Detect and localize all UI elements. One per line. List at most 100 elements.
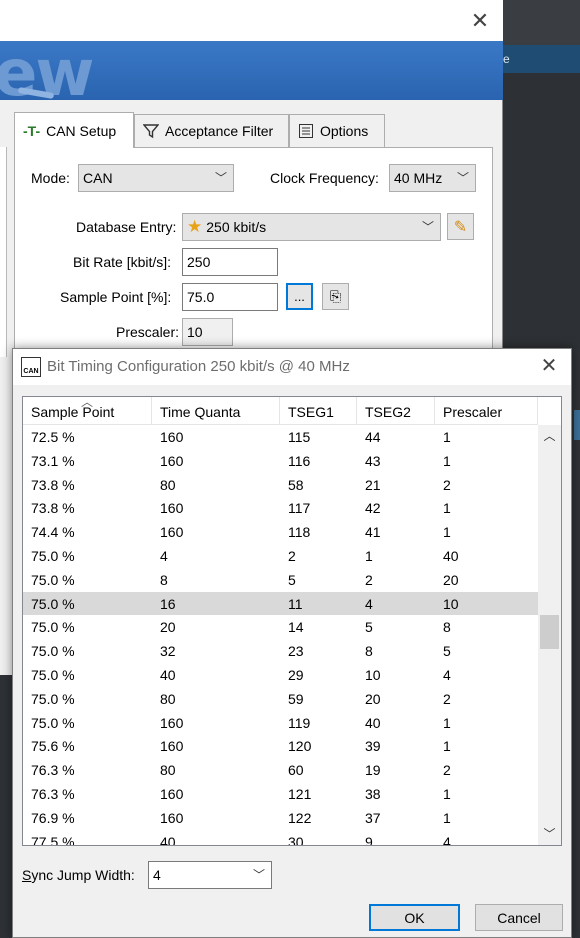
tab-acceptance-filter[interactable]: Acceptance Filter (134, 114, 289, 147)
table-cell: 19 (365, 762, 381, 779)
table-cell: 119 (288, 714, 311, 731)
table-row[interactable]: 74.4 % 160 118 41 1 (23, 520, 538, 544)
table-row[interactable]: 75.0 % 20 14 5 8 (23, 615, 538, 639)
clock-frequency-select[interactable]: 40 MHz ﹀ (389, 164, 476, 192)
table-cell: 77.5 % (31, 833, 75, 846)
table-cell: 8 (443, 619, 451, 636)
table-cell: 1 (443, 524, 451, 541)
table-cell: 9 (365, 833, 373, 846)
column-header-tseg2[interactable]: TSEG2 (357, 397, 435, 425)
table-cell: 75.0 % (31, 690, 75, 707)
table-cell: 23 (288, 643, 304, 660)
table-cell: 10 (365, 666, 381, 683)
table-cell: 4 (160, 547, 168, 564)
table-cell: 40 (160, 833, 176, 846)
database-entry-select[interactable]: ★ 250 kbit/s ﹀ (182, 213, 441, 241)
table-cell: 160 (160, 738, 184, 755)
table-cell: 16 (160, 595, 176, 612)
column-header-prescaler[interactable]: Prescaler (435, 397, 538, 425)
table-cell: 80 (160, 476, 176, 493)
bit-timing-button[interactable]: ... (286, 283, 313, 310)
table-cell: 42 (365, 500, 381, 517)
table-cell: 10 (443, 595, 459, 612)
table-cell: 1 (443, 714, 451, 731)
table-cell: 76.9 % (31, 809, 75, 826)
edit-icon: ✎ (453, 218, 468, 236)
list-scrollbar[interactable]: ︿ ﹀ (538, 425, 561, 845)
bit-timing-dialog: CAN Bit Timing Configuration 250 kbit/s … (12, 348, 572, 938)
table-cell: 1 (443, 429, 451, 445)
table-cell: 39 (365, 738, 381, 755)
bit-rate-input[interactable]: 250 (182, 248, 278, 276)
scroll-thumb[interactable] (540, 615, 559, 649)
table-row[interactable]: 73.1 % 160 116 43 1 (23, 449, 538, 473)
column-header-sample-point[interactable]: ︿ Sample Point (23, 397, 152, 425)
scroll-up-icon[interactable]: ︿ (538, 425, 561, 447)
can-setup-icon: -T- (23, 122, 41, 139)
table-row[interactable]: 75.0 % 8 5 2 20 (23, 568, 538, 592)
bit-rate-label: Bit Rate [kbit/s]: (73, 254, 172, 270)
table-cell: 75.0 % (31, 571, 75, 588)
sync-jump-width-select[interactable]: 4 ﹀ (148, 861, 272, 889)
table-cell: 4 (443, 666, 451, 683)
table-row[interactable]: 75.0 % 4 2 1 40 (23, 544, 538, 568)
sample-point-input[interactable]: 75.0 (182, 283, 278, 311)
prescaler-label: Prescaler: (116, 324, 180, 340)
list-rows: 72.5 % 160 115 44 1 73.1 % 160 116 43 1 73.8 % 80 58… (23, 425, 538, 846)
chevron-down-icon: ﹀ (214, 171, 227, 185)
ok-button[interactable]: OK (369, 904, 460, 931)
parent-close-icon[interactable]: ✕ (467, 8, 493, 34)
tab-options[interactable]: Options (289, 114, 385, 147)
table-row[interactable]: 75.0 % 32 23 8 5 (23, 639, 538, 663)
table-cell: 40 (160, 666, 176, 683)
dialog-close-icon[interactable]: ✕ (537, 354, 561, 378)
table-row[interactable]: 77.5 % 40 30 9 4 (23, 830, 538, 846)
table-cell: 75.0 % (31, 595, 75, 612)
table-cell: 115 (288, 429, 311, 445)
table-row[interactable]: 76.3 % 160 121 38 1 (23, 782, 538, 806)
table-cell: 1 (443, 500, 451, 517)
table-row[interactable]: 75.0 % 80 59 20 2 (23, 687, 538, 711)
table-row[interactable]: 73.8 % 160 117 42 1 (23, 496, 538, 520)
background-window-top (503, 0, 580, 45)
scroll-down-icon[interactable]: ﹀ (538, 823, 561, 845)
background-accent (574, 410, 580, 440)
table-cell: 80 (160, 762, 176, 779)
chevron-down-icon: ﹀ (252, 868, 265, 882)
table-cell: 1 (443, 785, 451, 802)
tab-can-setup[interactable]: -T- CAN Setup (14, 112, 134, 148)
table-cell: 160 (160, 524, 184, 541)
chevron-down-icon: ﹀ (421, 220, 434, 234)
table-row[interactable]: 73.8 % 80 58 21 2 (23, 473, 538, 497)
table-cell: 2 (443, 476, 451, 493)
table-row[interactable]: 75.0 % 40 29 10 4 (23, 663, 538, 687)
table-cell: 37 (365, 809, 381, 826)
table-row[interactable]: 72.5 % 160 115 44 1 (23, 425, 538, 449)
edit-database-button[interactable]: ✎ (447, 213, 474, 240)
table-cell: 116 (288, 452, 311, 469)
table-cell: 5 (365, 619, 373, 636)
table-cell: 72.5 % (31, 429, 75, 445)
column-header-tseg1[interactable]: TSEG1 (280, 397, 357, 425)
mode-select[interactable]: CAN ﹀ (78, 164, 234, 192)
bit-timing-list[interactable]: ︿ Sample Point Time Quanta TSEG1 TSEG2 P… (22, 396, 562, 846)
table-row[interactable]: 76.9 % 160 122 37 1 (23, 806, 538, 830)
table-row[interactable]: 76.3 % 80 60 19 2 (23, 758, 538, 782)
list-header: ︿ Sample Point Time Quanta TSEG1 TSEG2 P… (23, 397, 538, 425)
table-cell: 21 (365, 476, 381, 493)
table-row[interactable]: 75.6 % 160 120 39 1 (23, 734, 538, 758)
table-cell: 76.3 % (31, 785, 75, 802)
table-cell: 160 (160, 452, 184, 469)
table-row[interactable]: 75.0 % 160 119 40 1 (23, 711, 538, 735)
table-cell: 120 (288, 738, 312, 755)
star-icon: ★ (187, 217, 203, 236)
table-cell: 43 (365, 452, 381, 469)
table-cell: 20 (443, 571, 459, 588)
table-row[interactable]: 75.0 % 16 11 4 10 (23, 591, 538, 616)
cancel-button[interactable]: Cancel (475, 904, 563, 931)
table-cell: 5 (288, 571, 296, 588)
table-cell: 76.3 % (31, 762, 75, 779)
column-header-time-quanta[interactable]: Time Quanta (152, 397, 280, 425)
copy-button[interactable]: ⎘ (322, 283, 349, 310)
table-cell: 2 (365, 571, 373, 588)
